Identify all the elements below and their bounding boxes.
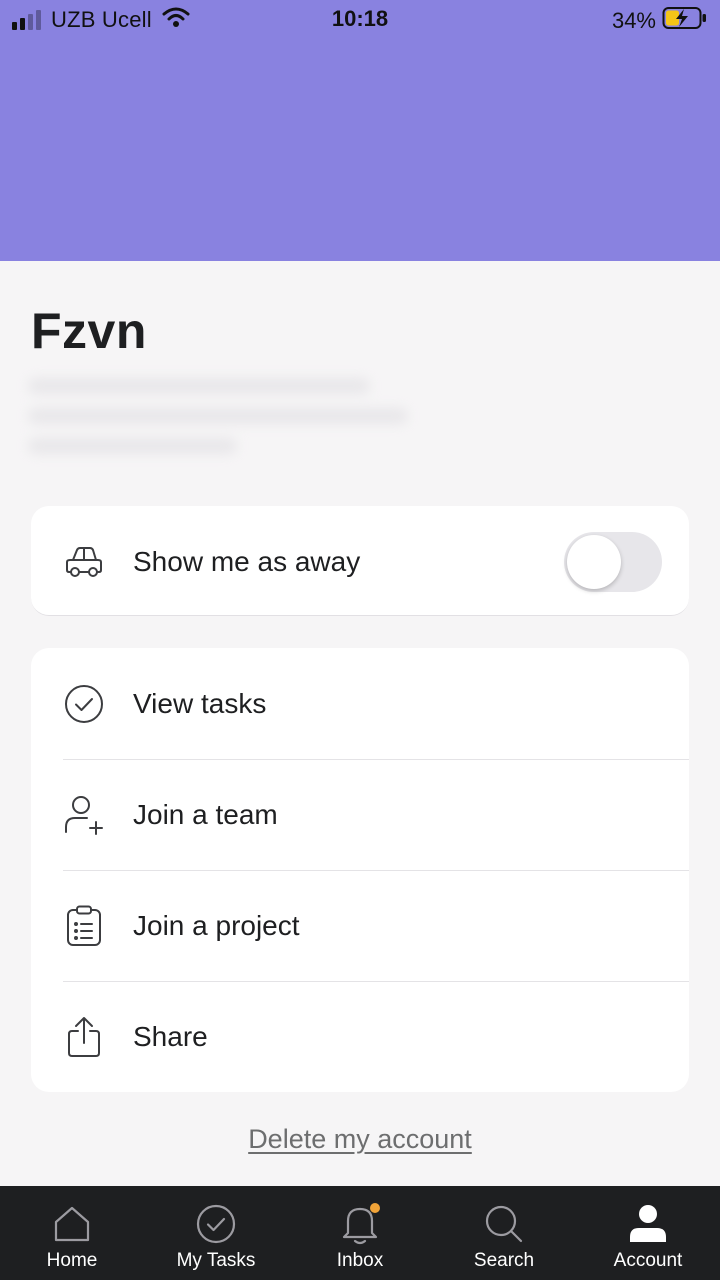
view-tasks-label: View tasks (133, 687, 267, 719)
away-toggle-switch[interactable] (564, 532, 662, 592)
toggle-knob (567, 535, 621, 589)
check-circle-icon (194, 1202, 238, 1246)
menu-item-view-tasks[interactable]: View tasks (31, 648, 689, 759)
home-icon (50, 1202, 94, 1246)
nav-label-my-tasks: My Tasks (176, 1250, 256, 1271)
profile-details-blurred (28, 378, 408, 458)
profile-header-banner: UZB Ucell 10:18 34% (0, 0, 720, 261)
menu-item-share[interactable]: Share (31, 981, 689, 1092)
notification-dot (370, 1203, 380, 1213)
nav-label-home: Home (46, 1250, 98, 1271)
status-bar: UZB Ucell 10:18 34% (0, 0, 720, 40)
nav-tab-home[interactable]: Home (0, 1186, 144, 1280)
account-icon (626, 1202, 670, 1246)
search-icon (482, 1202, 526, 1246)
bottom-navigation-bar: Home My Tasks Inbox Search Account (0, 1186, 720, 1280)
nav-tab-search[interactable]: Search (432, 1186, 576, 1280)
away-status-card: Show me as away (31, 506, 689, 616)
battery-percent: 34% (611, 7, 656, 33)
battery-charging-icon (662, 6, 708, 35)
bell-icon (338, 1202, 382, 1246)
share-label: Share (133, 1020, 208, 1052)
nav-tab-account[interactable]: Account (576, 1186, 720, 1280)
nav-tab-inbox[interactable]: Inbox (288, 1186, 432, 1280)
nav-tab-my-tasks[interactable]: My Tasks (144, 1186, 288, 1280)
nav-label-search: Search (473, 1250, 535, 1271)
profile-name: Fzvn (31, 303, 147, 359)
clipboard-list-icon (63, 905, 105, 947)
menu-item-join-project[interactable]: Join a project (31, 870, 689, 981)
share-icon (63, 1016, 105, 1058)
check-circle-icon (63, 683, 105, 725)
account-menu-card: View tasks Join a team Join a project Sh… (31, 648, 689, 1092)
car-icon (63, 541, 105, 583)
menu-item-join-team[interactable]: Join a team (31, 759, 689, 870)
nav-label-inbox: Inbox (336, 1250, 384, 1271)
show-as-away-label: Show me as away (133, 545, 361, 577)
delete-account-link[interactable]: Delete my account (0, 1124, 720, 1155)
account-screen: UZB Ucell 10:18 34% Fzvn Show me as away… (0, 0, 720, 1280)
show-as-away-row: Show me as away (31, 506, 689, 617)
user-plus-icon (63, 794, 105, 836)
join-project-label: Join a project (133, 909, 300, 941)
nav-label-account: Account (613, 1250, 683, 1271)
join-team-label: Join a team (133, 798, 278, 830)
